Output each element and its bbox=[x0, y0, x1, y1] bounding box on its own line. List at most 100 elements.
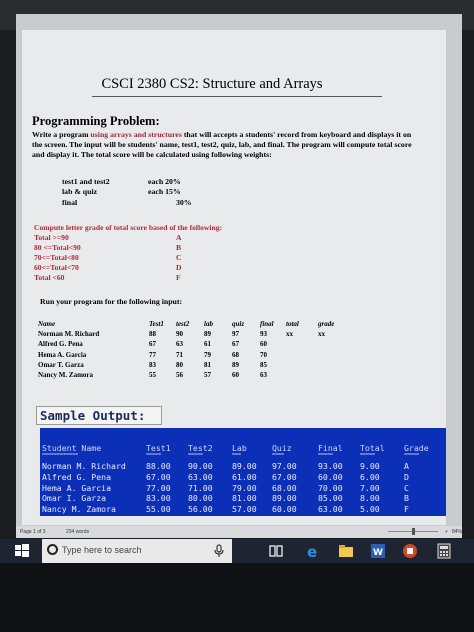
input-table-cell: 70 bbox=[260, 350, 267, 359]
grade-rule: 60<=Total<70 bbox=[34, 263, 79, 272]
grade-letter: D bbox=[176, 263, 182, 272]
output-cell: Alfred G. Pena bbox=[42, 471, 112, 482]
output-cell: 88.00 bbox=[146, 461, 171, 471]
microphone-icon[interactable] bbox=[214, 544, 224, 563]
input-table-header: quiz bbox=[232, 320, 245, 328]
output-underline: ===== bbox=[318, 452, 334, 458]
input-table-header: final bbox=[260, 320, 274, 328]
input-table-cell: 79 bbox=[204, 350, 211, 359]
input-table-cell: 89 bbox=[204, 330, 211, 338]
input-table-cell: 71 bbox=[176, 350, 183, 359]
taskbar-search[interactable]: Type here to search bbox=[42, 539, 232, 563]
input-table-cell: 80 bbox=[176, 360, 183, 369]
output-cell: 9.00 bbox=[360, 461, 380, 471]
output-cell: 67.00 bbox=[146, 471, 171, 482]
cortana-circle-icon bbox=[47, 544, 58, 555]
powerpoint-app-icon[interactable] bbox=[402, 543, 418, 559]
input-table-cell: 88 bbox=[149, 330, 156, 338]
input-table-header: Test1 bbox=[149, 320, 164, 328]
output-cell: 5.00 bbox=[360, 504, 380, 515]
file-explorer-icon[interactable] bbox=[338, 543, 354, 559]
output-cell: 67.00 bbox=[272, 471, 297, 482]
output-cell: 63.00 bbox=[318, 504, 343, 515]
grade-letter: C bbox=[176, 253, 182, 262]
input-table-cell: 60 bbox=[260, 340, 267, 349]
input-table-cell: 57 bbox=[204, 371, 211, 380]
grade-rule: Total <60 bbox=[34, 273, 65, 282]
output-cell: 6.00 bbox=[360, 471, 380, 482]
input-table-cell: xx bbox=[286, 330, 293, 338]
windows-start-icon[interactable] bbox=[14, 543, 30, 559]
word-count[interactable]: 234 words bbox=[66, 529, 89, 535]
output-cell: C bbox=[404, 482, 409, 493]
output-cell: Omar I. Garza bbox=[42, 493, 107, 504]
input-table-cell: 67 bbox=[232, 340, 239, 349]
paragraph-highlight: using arrays and structures bbox=[90, 130, 182, 139]
zoom-slider[interactable] bbox=[388, 526, 443, 538]
title-underline bbox=[92, 96, 382, 97]
input-table-cell: 89 bbox=[232, 360, 239, 369]
weight-item: final bbox=[62, 198, 78, 207]
task-view-icon[interactable] bbox=[268, 543, 284, 559]
output-cell: 81.00 bbox=[232, 493, 257, 504]
grade-rule: 80 <=Total<90 bbox=[34, 243, 81, 252]
input-table-cell: 97 bbox=[232, 330, 239, 338]
weight-value: 30% bbox=[176, 198, 192, 207]
output-underline: ==== bbox=[272, 452, 285, 458]
input-table-cell: 63 bbox=[176, 340, 183, 349]
input-table-cell: 63 bbox=[260, 371, 267, 380]
calculator-app-icon[interactable] bbox=[436, 543, 452, 559]
output-cell: 63.00 bbox=[188, 471, 213, 482]
input-table-cell: 93 bbox=[260, 330, 267, 338]
output-cell: D bbox=[404, 471, 409, 482]
input-table-cell: Norman M. Richard bbox=[38, 330, 100, 338]
input-table-header: total bbox=[286, 320, 299, 328]
output-cell: 68.00 bbox=[272, 482, 297, 493]
zoom-thumb[interactable] bbox=[412, 528, 415, 535]
weight-value: each 15% bbox=[148, 187, 181, 196]
problem-paragraph: Write a program using arrays and structu… bbox=[32, 130, 417, 160]
word-app-icon[interactable]: W bbox=[370, 543, 386, 559]
grade-letter: F bbox=[176, 273, 181, 282]
grade-letter: B bbox=[176, 243, 182, 252]
input-table-cell: 83 bbox=[149, 360, 156, 369]
input-table-cell: 61 bbox=[204, 340, 211, 349]
weight-item: lab & quiz bbox=[62, 187, 98, 196]
search-placeholder: Type here to search bbox=[62, 545, 142, 555]
input-table-cell: Hema A. Garcia bbox=[38, 350, 87, 359]
zoom-in-button[interactable]: + bbox=[445, 529, 448, 535]
input-table-cell: 81 bbox=[204, 360, 211, 369]
output-cell: Hema A. Garcia bbox=[42, 482, 112, 493]
grade-rule: 70<=Total<80 bbox=[34, 253, 79, 262]
output-cell: Nancy M. Zamora bbox=[42, 504, 116, 515]
paragraph-part-1: Write a program bbox=[32, 130, 91, 139]
zoom-level[interactable]: 84% bbox=[452, 529, 462, 535]
input-table-cell: 55 bbox=[149, 371, 156, 380]
output-cell: 85.00 bbox=[318, 493, 343, 504]
output-cell: 83.00 bbox=[146, 493, 171, 504]
sample-output-label: Sample Output: bbox=[40, 408, 146, 423]
svg-text:W: W bbox=[373, 548, 383, 558]
output-cell: 61.00 bbox=[232, 471, 257, 482]
monitor-bottom-bezel bbox=[0, 563, 474, 632]
output-underline: ===== bbox=[188, 452, 204, 458]
output-cell: 80.00 bbox=[188, 493, 213, 504]
output-cell: 89.00 bbox=[232, 461, 257, 471]
edge-browser-icon[interactable]: e bbox=[305, 543, 321, 561]
output-cell: 70.00 bbox=[318, 482, 343, 493]
page-count[interactable]: Page 1 of 3 bbox=[20, 529, 46, 535]
grade-heading: Compute letter grade of total score base… bbox=[34, 223, 223, 232]
weight-item: test1 and test2 bbox=[62, 177, 110, 186]
input-table-header: lab bbox=[204, 320, 213, 328]
input-table-cell: 67 bbox=[149, 340, 156, 349]
weight-value: each 20% bbox=[148, 177, 181, 186]
input-table-header: Name bbox=[38, 320, 56, 328]
output-cell: 79.00 bbox=[232, 482, 257, 493]
input-table-cell: xx bbox=[318, 330, 325, 338]
output-underline: ===== bbox=[146, 452, 162, 458]
document-title: CSCI 2380 CS2: Structure and Arrays bbox=[101, 76, 323, 92]
output-underline: ===== bbox=[404, 452, 420, 458]
output-cell: 56.00 bbox=[188, 504, 213, 515]
output-cell: 60.00 bbox=[318, 471, 343, 482]
input-table-cell: 56 bbox=[176, 371, 183, 380]
